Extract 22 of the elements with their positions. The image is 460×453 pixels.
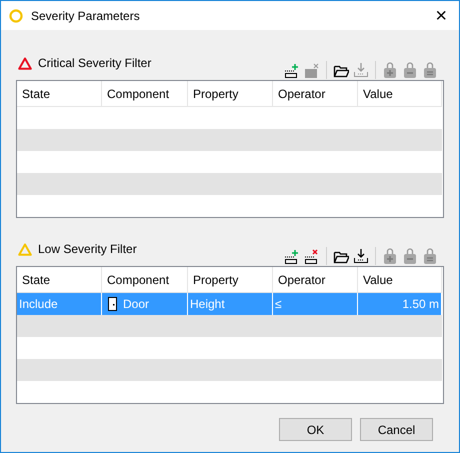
- add-row-icon[interactable]: [284, 62, 300, 78]
- close-button[interactable]: ×: [431, 6, 451, 26]
- export-icon[interactable]: [353, 248, 369, 264]
- column-header[interactable]: Value: [358, 267, 442, 293]
- delete-row-icon[interactable]: [304, 248, 320, 264]
- section-title: Critical Severity Filter: [38, 56, 152, 70]
- column-header[interactable]: Operator: [273, 267, 358, 293]
- column-header[interactable]: State: [17, 267, 102, 293]
- column-header[interactable]: Operator: [273, 81, 358, 107]
- door-icon: [108, 297, 117, 311]
- dialog-button[interactable]: Cancel: [360, 418, 433, 441]
- column-header[interactable]: Property: [188, 81, 273, 107]
- app-icon: [9, 8, 23, 22]
- dialog-button[interactable]: OK: [279, 418, 352, 441]
- column-header[interactable]: Value: [358, 81, 442, 107]
- add-row-icon[interactable]: [284, 248, 300, 264]
- window-title: Severity Parameters: [31, 8, 141, 22]
- column-header[interactable]: Component: [102, 267, 188, 293]
- column-header[interactable]: State: [17, 81, 102, 107]
- section-title: Low Severity Filter: [38, 242, 137, 256]
- column-header[interactable]: Property: [188, 267, 273, 293]
- column-header[interactable]: Component: [102, 81, 188, 107]
